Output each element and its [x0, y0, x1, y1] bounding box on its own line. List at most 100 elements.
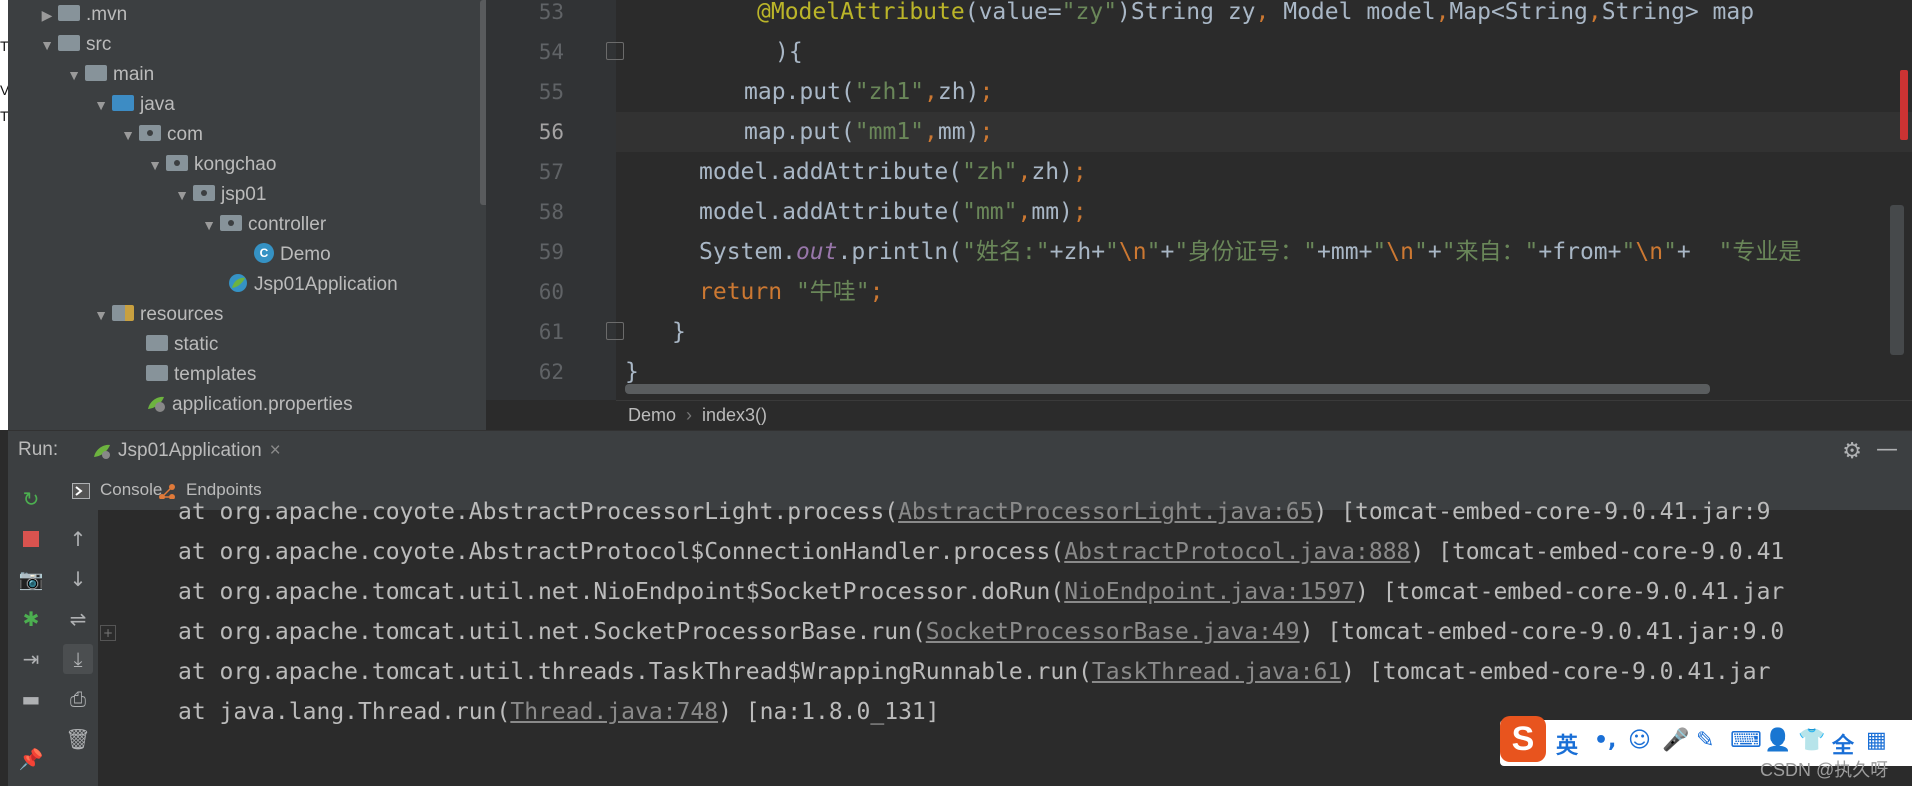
grid-menu-icon[interactable]: ▦: [1866, 728, 1887, 753]
source-folder-icon: [112, 94, 134, 111]
line-number: 55: [538, 80, 564, 104]
run-tab-jsp01application[interactable]: Jsp01Application ×: [82, 431, 291, 474]
minimize-icon[interactable]: —: [1876, 437, 1898, 462]
expand-arrow-icon[interactable]: ▼: [171, 180, 193, 210]
layout-icon[interactable]: ▬: [16, 684, 46, 714]
pin-icon[interactable]: 📌: [16, 744, 46, 774]
tree-item-label: main: [113, 64, 155, 85]
tab-console[interactable]: Console: [72, 470, 162, 510]
console-icon: [72, 482, 90, 499]
pen-icon[interactable]: ✎: [1696, 728, 1714, 753]
print-icon[interactable]: ⎙: [63, 684, 93, 714]
trash-icon[interactable]: 🗑: [63, 724, 93, 754]
smiley-icon[interactable]: ☺: [1628, 728, 1651, 753]
run-label: Run:: [18, 439, 59, 460]
package-icon: [139, 124, 161, 141]
keyboard-icon[interactable]: ⌨: [1730, 728, 1762, 753]
stacktrace-link[interactable]: SocketProcessorBase.java:49: [926, 619, 1300, 645]
tab-label: Console: [100, 480, 163, 499]
code-line-57: model.addAttribute("zh",zh);: [699, 159, 1087, 185]
run-tool-window-header: Run: Jsp01Application × ⚙ —: [8, 430, 1912, 474]
console-line: at org.apache.coyote.AbstractProcessorLi…: [178, 499, 1771, 525]
expand-arrow-icon[interactable]: ▼: [144, 150, 166, 180]
folder-icon: [146, 364, 168, 381]
expand-arrow-icon[interactable]: ▼: [90, 300, 112, 330]
code-line-53: @ModelAttribute(value="zy")String zy, Mo…: [757, 0, 1755, 25]
arrow-up-icon[interactable]: ↑: [63, 524, 93, 554]
ime-punctuation-icon[interactable]: •,: [1594, 728, 1616, 753]
scroll-to-end-icon[interactable]: ⤓: [63, 644, 93, 674]
camera-icon[interactable]: 📷: [16, 564, 46, 594]
folder-icon: [58, 4, 80, 21]
tree-item-main[interactable]: ▼ main: [63, 60, 154, 90]
expand-arrow-icon[interactable]: ▼: [90, 90, 112, 120]
left-strip: T V T: [0, 0, 9, 430]
tree-item-static[interactable]: static: [146, 330, 218, 360]
tree-item-src[interactable]: ▼ src: [36, 30, 111, 60]
shirt-icon[interactable]: 👕: [1798, 728, 1825, 753]
folder-icon: [85, 64, 107, 81]
sogou-logo-icon[interactable]: S: [1500, 716, 1546, 762]
tree-item-mvn[interactable]: ▶ .mvn: [36, 0, 128, 30]
stacktrace-link[interactable]: TaskThread.java:61: [1092, 659, 1341, 685]
debug-icon[interactable]: ✱: [16, 604, 46, 634]
expand-arrow-icon[interactable]: ▼: [36, 30, 58, 60]
error-stripe-marker[interactable]: [1900, 70, 1908, 140]
tree-item-templates[interactable]: templates: [146, 360, 256, 390]
tree-item-label: .mvn: [86, 4, 128, 25]
tree-item-com[interactable]: ▼ com: [117, 120, 203, 150]
code-line-55: map.put("zh1",zh);: [744, 79, 994, 105]
code-line-54: ){: [775, 39, 803, 65]
folder-icon: [146, 334, 168, 351]
vertical-scrollbar[interactable]: [1890, 205, 1904, 355]
expand-fold-icon[interactable]: +: [100, 625, 116, 641]
console-line: at org.apache.tomcat.util.net.SocketProc…: [178, 619, 1785, 645]
soft-wrap-icon[interactable]: ⇌: [63, 604, 93, 634]
microphone-icon[interactable]: 🎤: [1662, 728, 1689, 753]
tree-item-label: src: [86, 34, 112, 55]
console-line: at org.apache.tomcat.util.net.NioEndpoin…: [178, 579, 1785, 605]
user-icon[interactable]: 👤: [1764, 728, 1791, 753]
rerun-icon[interactable]: ↻: [16, 484, 46, 514]
collapse-arrow-icon[interactable]: ▶: [36, 0, 58, 30]
tree-item-resources[interactable]: ▼ resources: [90, 300, 223, 330]
stacktrace-link[interactable]: AbstractProcessorLight.java:65: [898, 499, 1313, 525]
expand-arrow-icon[interactable]: ▼: [198, 210, 220, 240]
horizontal-scrollbar[interactable]: [625, 384, 1710, 394]
package-icon: [166, 154, 188, 171]
line-number: 53: [538, 0, 564, 24]
tree-item-application-properties[interactable]: application.properties: [146, 390, 353, 420]
breadcrumb-class[interactable]: Demo: [628, 405, 676, 425]
line-number-current: 56: [538, 120, 564, 144]
stacktrace-link[interactable]: NioEndpoint.java:1597: [1064, 579, 1355, 605]
code-line-60: return "牛哇";: [699, 279, 884, 305]
package-icon: [220, 214, 242, 231]
resources-folder-icon: [112, 304, 134, 321]
line-number: 57: [538, 160, 564, 184]
fold-end-icon[interactable]: [606, 322, 624, 340]
close-icon[interactable]: ×: [270, 440, 281, 461]
tree-item-jsp01application[interactable]: Jsp01Application: [228, 270, 398, 300]
breadcrumb-method[interactable]: index3(): [702, 405, 767, 425]
folder-icon: [58, 34, 80, 51]
exit-icon[interactable]: ⇥: [16, 644, 46, 674]
stop-icon[interactable]: [16, 524, 46, 554]
console-toolbar: ↑ ↓ ⇌ ⤓ ⎙ 🗑: [58, 510, 98, 786]
expand-arrow-icon[interactable]: ▼: [63, 60, 85, 90]
stacktrace-link[interactable]: AbstractProtocol.java:888: [1064, 539, 1410, 565]
tree-item-demo[interactable]: C Demo: [254, 240, 331, 270]
tree-item-kongchao[interactable]: ▼ kongchao: [144, 150, 276, 180]
line-number: 58: [538, 200, 564, 224]
tree-item-java[interactable]: ▼ java: [90, 90, 175, 120]
arrow-down-icon[interactable]: ↓: [63, 564, 93, 594]
fold-end-icon[interactable]: [606, 42, 624, 60]
ime-language-toggle[interactable]: 英: [1556, 728, 1578, 760]
expand-arrow-icon[interactable]: ▼: [117, 120, 139, 150]
gear-icon[interactable]: ⚙: [1842, 439, 1862, 464]
console-line: at org.apache.tomcat.util.threads.TaskTh…: [178, 659, 1771, 685]
stacktrace-link[interactable]: Thread.java:748: [510, 699, 718, 725]
tree-item-label: com: [167, 124, 203, 145]
tree-item-controller[interactable]: ▼ controller: [198, 210, 326, 240]
tree-item-jsp01[interactable]: ▼ jsp01: [171, 180, 266, 210]
line-number: 61: [538, 320, 564, 344]
